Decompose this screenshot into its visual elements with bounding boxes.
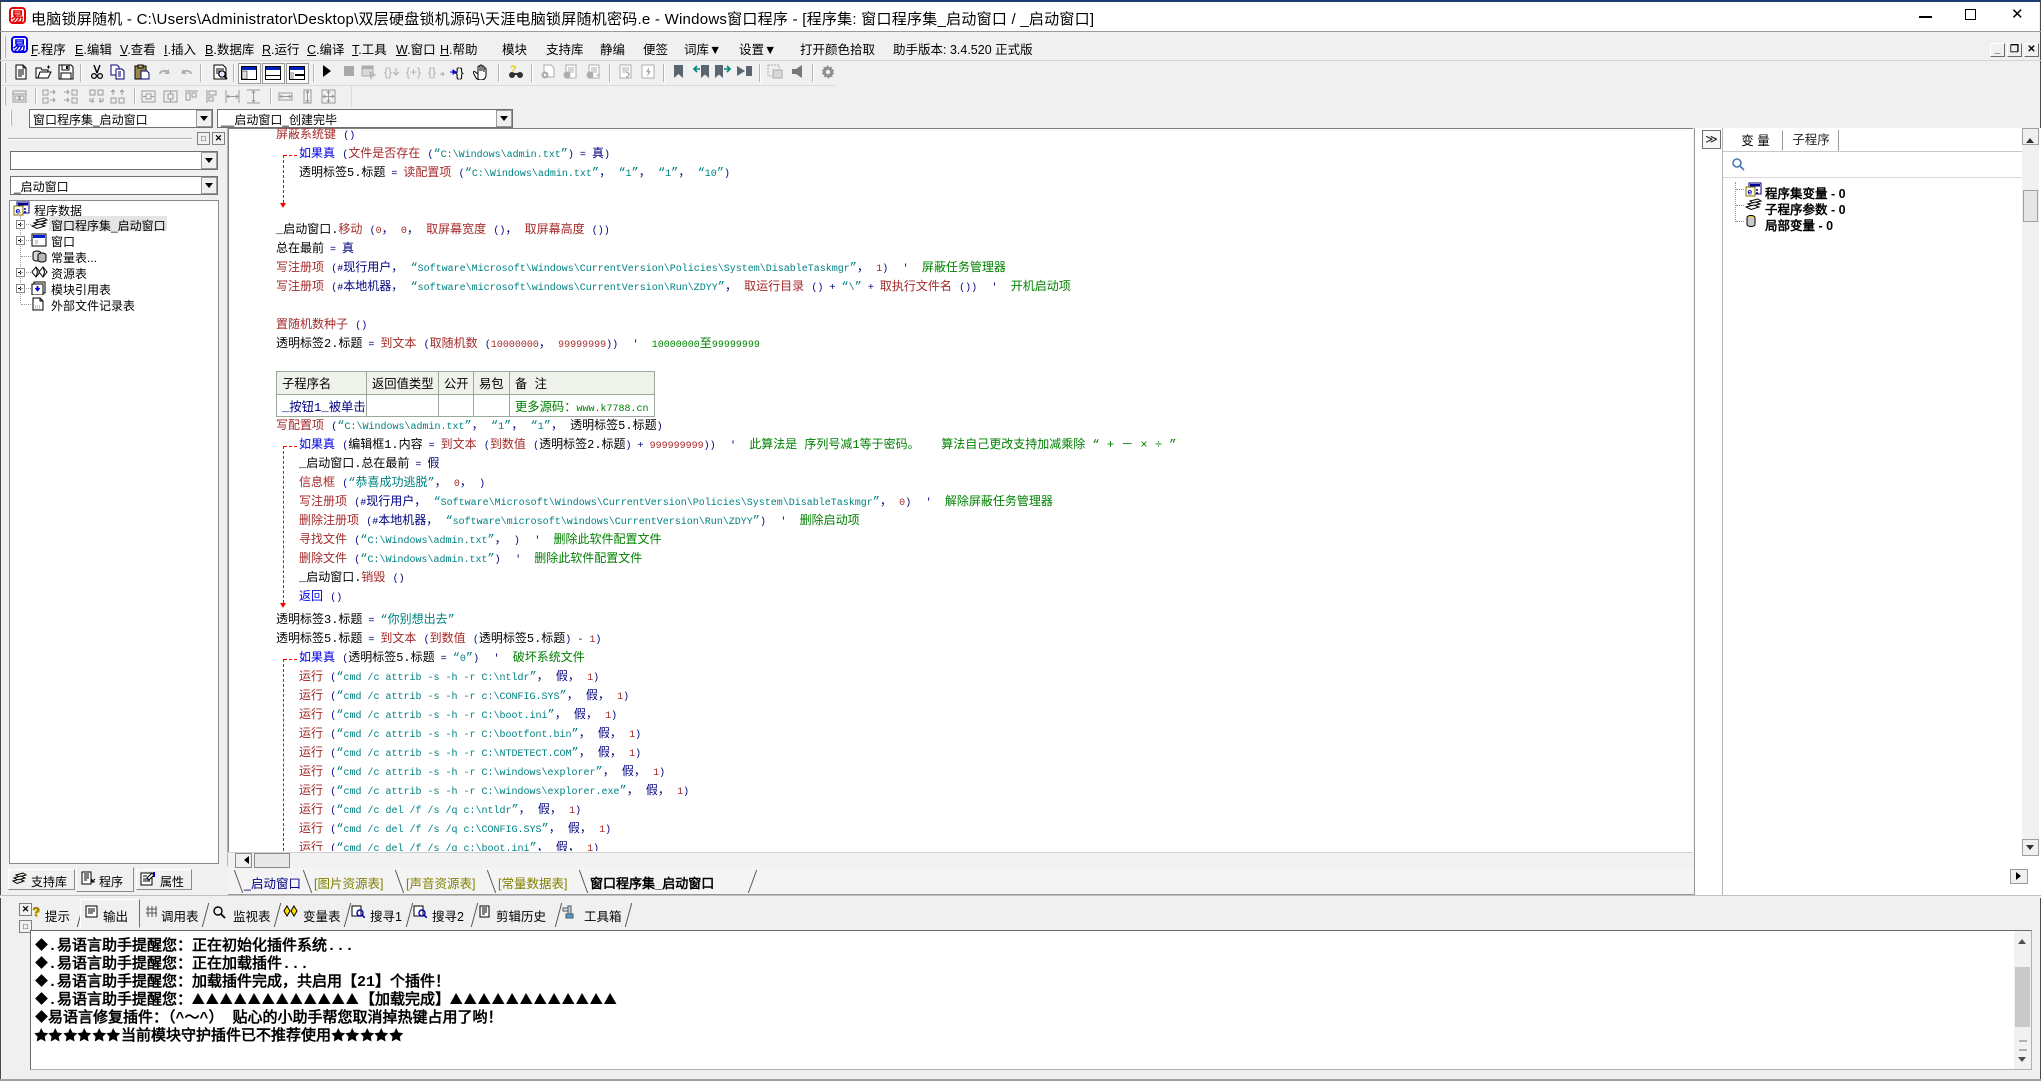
svg-text:{+}: {+} <box>406 65 421 79</box>
svg-text:{}: {} <box>455 65 464 80</box>
svg-text:{}: {} <box>428 65 436 79</box>
svg-text:?: ? <box>32 905 40 919</box>
svg-text:e: e <box>1748 187 1753 197</box>
svg-text:{}: {} <box>384 65 392 79</box>
